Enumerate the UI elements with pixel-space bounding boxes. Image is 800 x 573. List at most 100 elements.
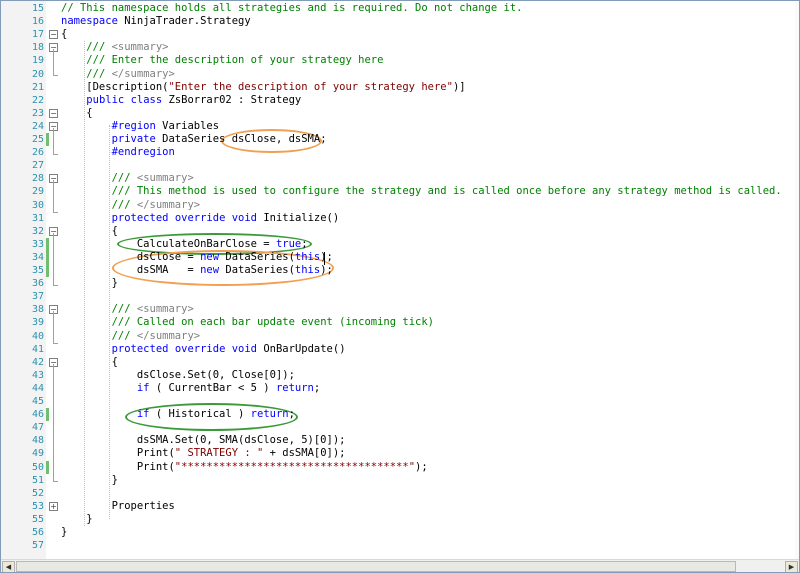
- code-line[interactable]: if ( Historical ) return;: [61, 408, 295, 421]
- line-number: 24: [31, 120, 44, 132]
- line-number: 18: [31, 42, 44, 54]
- fold-range-line: [53, 311, 54, 343]
- collapse-icon[interactable]: −: [49, 30, 58, 40]
- code-line[interactable]: if ( CurrentBar < 5 ) return;: [61, 382, 320, 395]
- code-line[interactable]: protected override void OnBarUpdate(): [61, 343, 346, 356]
- line-number: 31: [31, 212, 44, 224]
- fold-range-line: [53, 49, 54, 76]
- code-line[interactable]: Print("*********************************…: [61, 461, 428, 474]
- code-line[interactable]: }: [61, 474, 118, 487]
- fold-range-end: [53, 153, 58, 155]
- expand-icon[interactable]: +: [49, 501, 58, 511]
- fold-range-line: [53, 127, 54, 154]
- fold-range-end: [53, 342, 58, 344]
- line-number: 16: [31, 16, 44, 28]
- scroll-left-button[interactable]: ◀: [2, 561, 15, 572]
- code-line[interactable]: }: [61, 513, 92, 526]
- line-number: 55: [31, 513, 44, 525]
- code-line[interactable]: /// <summary>: [61, 172, 194, 185]
- code-line[interactable]: /// </summary>: [61, 199, 201, 212]
- line-number: 56: [31, 527, 44, 538]
- fold-range-end: [53, 75, 58, 77]
- code-line[interactable]: {: [61, 107, 92, 120]
- line-number: 21: [31, 81, 44, 93]
- line-number: 29: [31, 186, 44, 198]
- line-number: 35: [31, 265, 44, 276]
- change-marker: [46, 133, 49, 146]
- code-line[interactable]: dsSMA.Set(0, SMA(dsClose, 5)[0]);: [61, 434, 346, 447]
- code-line[interactable]: }: [61, 277, 118, 290]
- code-line[interactable]: [Description("Enter the description of y…: [61, 81, 465, 94]
- code-line[interactable]: private DataSeries dsClose, dsSMA;: [61, 133, 327, 146]
- code-line[interactable]: dsClose = new DataSeries(this);: [61, 251, 333, 264]
- line-number: 53: [31, 500, 44, 512]
- fold-range-line: [53, 232, 54, 285]
- line-number: 42: [31, 356, 44, 368]
- code-line[interactable]: /// <summary>: [61, 303, 194, 316]
- code-editor[interactable]: ◀ ▶ 15 // This namespace holds all strate…: [0, 0, 800, 573]
- code-line[interactable]: Properties: [61, 500, 175, 513]
- code-line[interactable]: /// <summary>: [61, 41, 168, 54]
- line-number: 41: [31, 343, 44, 355]
- code-line[interactable]: {: [61, 225, 118, 238]
- line-number: 51: [31, 474, 44, 486]
- code-line[interactable]: /// Enter the description of your strate…: [61, 54, 383, 67]
- line-number: 28: [31, 173, 44, 185]
- line-number: 43: [31, 369, 44, 381]
- scroll-right-button[interactable]: ▶: [785, 561, 798, 572]
- line-number: 44: [31, 382, 44, 394]
- code-line[interactable]: namespace NinjaTrader.Strategy: [61, 15, 251, 28]
- code-line[interactable]: protected override void Initialize(): [61, 212, 340, 225]
- line-number: 36: [31, 278, 44, 290]
- line-number: 27: [31, 160, 44, 172]
- code-line[interactable]: /// </summary>: [61, 330, 201, 343]
- line-number: 49: [31, 448, 44, 460]
- fold-range-end: [53, 211, 58, 213]
- line-number: 22: [31, 94, 44, 106]
- line-number: 23: [31, 107, 44, 119]
- line-number: 25: [31, 134, 44, 145]
- code-line[interactable]: }: [61, 526, 67, 539]
- scrollbar-thumb[interactable]: [16, 561, 736, 572]
- line-number: 48: [31, 435, 44, 447]
- code-line[interactable]: {: [61, 28, 67, 41]
- change-marker: [46, 237, 49, 251]
- collapse-icon[interactable]: −: [49, 108, 58, 118]
- line-number: 40: [31, 330, 44, 342]
- vertical-scrollbar-edge[interactable]: [795, 1, 799, 559]
- line-number: 38: [31, 304, 44, 316]
- line-number: 26: [31, 147, 44, 159]
- line-number: 15: [31, 3, 44, 14]
- line-number: 30: [31, 199, 44, 211]
- line-number: 37: [31, 291, 44, 303]
- line-number: 34: [31, 251, 44, 263]
- code-line[interactable]: {: [61, 356, 118, 369]
- line-number: 20: [31, 68, 44, 80]
- change-marker: [46, 264, 49, 277]
- code-line[interactable]: dsSMA = new DataSeries(this);: [61, 264, 333, 277]
- code-line[interactable]: #region Variables: [61, 120, 219, 133]
- code-line[interactable]: CalculateOnBarClose = true;: [61, 238, 308, 251]
- code-line[interactable]: // This namespace holds all strategies a…: [61, 2, 522, 15]
- fold-range-line: [53, 180, 54, 212]
- code-line[interactable]: Print(" STRATEGY : " + dsSMA[0]);: [61, 447, 346, 460]
- fold-range-end: [53, 284, 58, 286]
- line-number: 57: [31, 540, 44, 552]
- code-line[interactable]: dsClose.Set(0, Close[0]);: [61, 369, 295, 382]
- code-line[interactable]: /// </summary>: [61, 68, 175, 81]
- line-number: 17: [31, 29, 44, 41]
- code-line[interactable]: /// This method is used to configure the…: [61, 185, 782, 198]
- code-line[interactable]: public class ZsBorrar02 : Strategy: [61, 94, 301, 107]
- code-line[interactable]: #endregion: [61, 146, 175, 159]
- code-line[interactable]: /// Called on each bar update event (inc…: [61, 316, 434, 329]
- line-number: 33: [31, 238, 44, 250]
- line-number: 47: [31, 422, 44, 434]
- line-number: 32: [31, 225, 44, 237]
- line-number: 45: [31, 396, 44, 407]
- change-marker: [46, 250, 49, 264]
- line-number: 46: [31, 409, 44, 421]
- change-marker: [46, 460, 49, 474]
- change-marker: [46, 408, 49, 422]
- horizontal-scrollbar[interactable]: ◀ ▶: [1, 559, 799, 572]
- line-number: 52: [31, 487, 44, 499]
